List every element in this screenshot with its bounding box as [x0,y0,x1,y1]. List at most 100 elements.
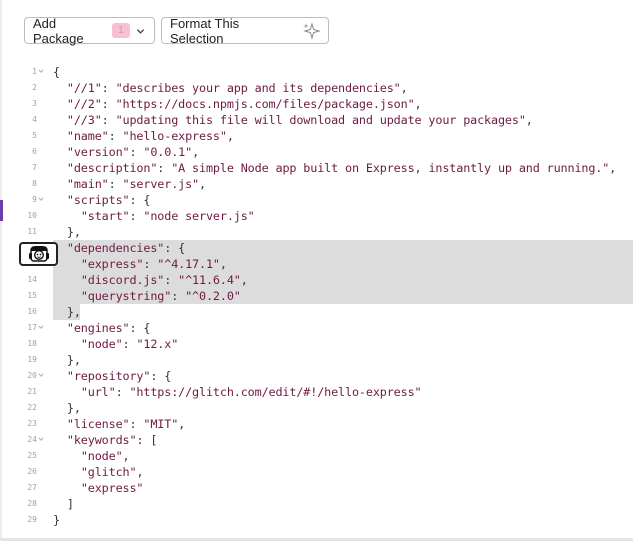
json-string: "updating this file will download and up… [115,113,526,127]
code-line[interactable]: 18 "node": "12.x" [0,336,633,352]
fold-arrow-icon[interactable] [38,68,44,74]
code-editor[interactable]: 1{2 "//1": "describes your app and its d… [0,64,633,528]
json-key: "start" [80,209,130,223]
line-number: 23 [27,419,37,428]
code-line[interactable]: 28 ] [0,496,633,512]
code-line[interactable]: 23 "license": "MIT", [0,416,633,432]
format-selection-button[interactable]: Format This Selection [161,16,329,46]
code-line[interactable]: 24 "keywords": [ [0,432,633,448]
code-line[interactable]: 25 "node", [0,448,633,464]
json-punctuation: , [609,161,617,175]
json-punctuation [53,193,67,207]
code-line[interactable]: 11 }, [0,224,633,240]
json-punctuation: , [414,97,422,111]
code-line[interactable]: 12 "dependencies": { [0,240,633,256]
code-line[interactable]: 4 "//3": "updating this file will downlo… [0,112,633,128]
json-punctuation: : [143,257,158,271]
json-key: "dependencies" [66,241,165,255]
json-punctuation [53,465,81,479]
code-text: "//3": "updating this file will download… [53,112,533,128]
code-line[interactable]: 1{ [0,64,633,80]
json-string: "MIT" [143,417,179,431]
code-line[interactable]: 19 }, [0,352,633,368]
json-punctuation [53,337,81,351]
json-key: "//3" [66,113,102,127]
glitch-avatar-icon [28,246,49,262]
json-punctuation [53,417,67,431]
code-line[interactable]: 15 "querystring": "^0.2.0" [0,288,633,304]
code-line[interactable]: 17 "engines": { [0,320,633,336]
collaborator-avatar-button[interactable] [19,242,58,266]
code-text: "repository": { [53,368,171,384]
json-punctuation: : [115,385,130,399]
code-line[interactable]: 9 "scripts": { [0,192,633,208]
code-line[interactable]: 13 "express": "^4.17.1", [0,256,633,272]
json-punctuation: }, [53,225,81,239]
fold-arrow-icon[interactable] [38,372,44,378]
code-line[interactable]: 27 "express" [0,480,633,496]
json-punctuation: , [226,129,234,143]
code-line[interactable]: 2 "//1": "describes your app and its dep… [0,80,633,96]
json-key: "version" [66,145,130,159]
code-line[interactable]: 16 }, [0,304,633,320]
fold-arrow-icon[interactable] [38,436,44,442]
json-punctuation: : [101,81,116,95]
code-line[interactable]: 10 "start": "node server.js" [0,208,633,224]
json-punctuation: , [122,449,130,463]
package-update-badge: 1 [111,23,130,38]
json-punctuation [53,129,67,143]
code-line[interactable]: 3 "//2": "https://docs.npmjs.com/files/p… [0,96,633,112]
code-line[interactable]: 29} [0,512,633,528]
code-text: "name": "hello-express", [53,128,234,144]
code-text: } [53,512,60,528]
json-key: "//1" [66,81,102,95]
json-string: "glitch" [80,465,137,479]
code-text: "version": "0.0.1", [53,144,199,160]
code-line[interactable]: 21 "url": "https://glitch.com/edit/#!/he… [0,384,633,400]
json-key: "engines" [66,321,130,335]
fold-arrow-icon[interactable] [38,196,44,202]
code-line[interactable]: 6 "version": "0.0.1", [0,144,633,160]
line-number: 4 [32,115,37,124]
json-key: "repository" [66,369,151,383]
json-punctuation [53,273,81,287]
code-line[interactable]: 5 "name": "hello-express", [0,128,633,144]
code-text: "engines": { [53,320,151,336]
code-line[interactable]: 7 "description": "A simple Node app buil… [0,160,633,176]
add-package-button[interactable]: Add Package 1 [24,16,155,46]
json-punctuation: , [199,177,206,191]
json-punctuation: : [101,97,116,111]
json-string: "node" [80,449,123,463]
code-text: "main": "server.js", [53,176,206,192]
line-number: 14 [27,275,37,284]
code-text: ] [53,496,74,512]
json-punctuation: : { [150,369,172,383]
code-line[interactable]: 14 "discord.js": "^11.6.4", [0,272,633,288]
json-string: "https://glitch.com/edit/#!/hello-expres… [129,385,422,399]
json-punctuation [53,289,81,303]
json-punctuation: }, [53,353,81,367]
json-key: "scripts" [66,193,130,207]
code-line[interactable]: 26 "glitch", [0,464,633,480]
code-text: "scripts": { [53,192,151,208]
json-key: "description" [66,161,158,175]
line-number: 22 [27,403,37,412]
code-text: "start": "node server.js" [53,208,255,224]
line-number: 11 [27,227,37,236]
code-line[interactable]: 8 "main": "server.js", [0,176,633,192]
json-punctuation: ] [53,497,74,511]
fold-arrow-icon[interactable] [38,324,44,330]
json-string: "^4.17.1" [157,257,220,271]
code-line[interactable]: 22 }, [0,400,633,416]
json-punctuation [53,97,67,111]
json-key: "keywords" [66,433,137,447]
code-text: { [53,64,60,80]
json-punctuation [53,433,67,447]
json-key: "querystring" [80,289,172,303]
json-punctuation [53,161,67,175]
json-punctuation [53,385,81,399]
code-line[interactable]: 20 "repository": { [0,368,633,384]
json-string: "hello-express" [122,129,227,143]
json-punctuation: : [108,177,123,191]
json-punctuation: : [122,337,137,351]
